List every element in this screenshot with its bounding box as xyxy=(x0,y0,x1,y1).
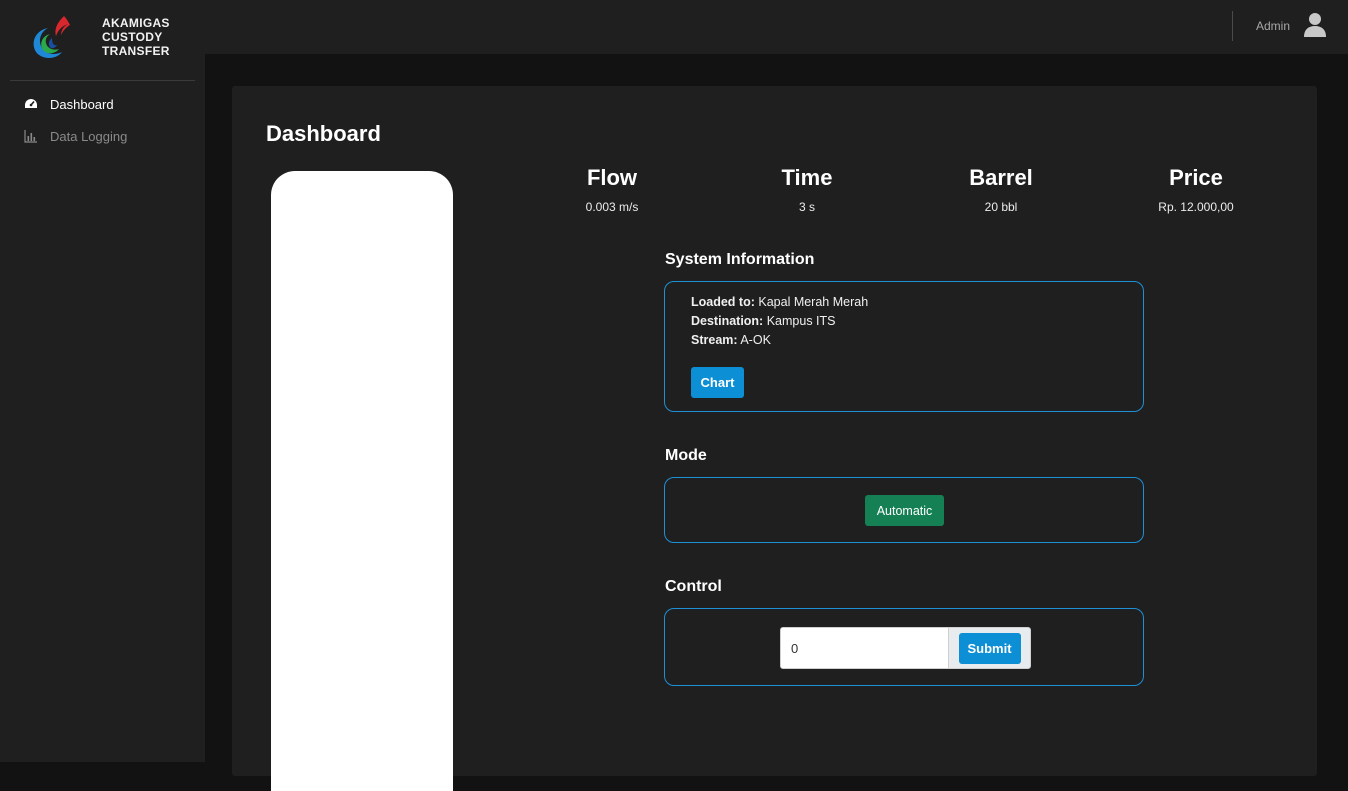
stat-value: 0.003 m/s xyxy=(585,200,639,214)
tank-level-display xyxy=(271,171,453,791)
control-title: Control xyxy=(665,578,722,595)
stat-value: Rp. 12.000,00 xyxy=(1158,200,1234,214)
brand-line: CUSTODY xyxy=(102,30,163,44)
bar-chart-icon xyxy=(24,130,37,143)
loaded-to-value: Kapal Merah Merah xyxy=(758,295,869,309)
sidebar-item-label: Data Logging xyxy=(50,128,128,144)
user-avatar-icon[interactable] xyxy=(1303,12,1327,38)
brand-line: AKAMIGAS xyxy=(102,16,170,30)
control-input-group: Submit xyxy=(780,627,1031,669)
chart-button[interactable]: Chart xyxy=(691,367,744,398)
sidebar-item-label: Dashboard xyxy=(50,96,114,112)
stat-label: Flow xyxy=(586,165,638,190)
stat-label: Barrel xyxy=(969,165,1033,190)
akamigas-logo-icon xyxy=(33,16,70,58)
system-information-title: System Information xyxy=(665,251,815,268)
destination-line: Destination: Kampus ITS xyxy=(691,312,868,331)
stat-label: Time xyxy=(781,165,833,190)
brand-title: AKAMIGAS CUSTODY TRANSFER xyxy=(102,16,170,58)
destination-label: Destination: xyxy=(691,314,764,328)
topbar-divider xyxy=(1232,11,1233,41)
control-panel: Submit xyxy=(664,608,1144,686)
brand-line: TRANSFER xyxy=(102,44,170,58)
stat-time: Time 3 s xyxy=(707,164,907,214)
sidebar: AKAMIGAS CUSTODY TRANSFER Dashboard Data… xyxy=(0,0,205,762)
stat-value: 3 s xyxy=(798,200,815,214)
automatic-mode-button[interactable]: Automatic xyxy=(865,495,944,526)
control-value-input[interactable] xyxy=(781,628,948,668)
stream-label: Stream: xyxy=(691,333,738,347)
sidebar-divider xyxy=(10,80,195,81)
stream-value: A-OK xyxy=(740,333,771,347)
stat-price: Price Rp. 12.000,00 xyxy=(1096,164,1296,214)
user-name[interactable]: Admin xyxy=(1256,19,1290,33)
topbar: Admin xyxy=(205,0,1348,54)
tachometer-icon xyxy=(25,99,37,108)
page-title: Dashboard xyxy=(266,121,381,146)
stat-label: Price xyxy=(1169,165,1223,190)
sidebar-item-dashboard[interactable]: Dashboard xyxy=(24,94,114,114)
stat-value: 20 bbl xyxy=(984,200,1018,214)
destination-value: Kampus ITS xyxy=(766,314,836,328)
stat-flow: Flow 0.003 m/s xyxy=(512,164,712,214)
stream-line: Stream: A-OK xyxy=(691,331,868,350)
sidebar-item-data-logging[interactable]: Data Logging xyxy=(24,126,127,146)
mode-title: Mode xyxy=(665,447,707,464)
loaded-to-line: Loaded to: Kapal Merah Merah xyxy=(691,293,868,312)
brand[interactable]: AKAMIGAS CUSTODY TRANSFER xyxy=(0,0,205,80)
mode-panel: Automatic xyxy=(664,477,1144,543)
loaded-to-label: Loaded to: xyxy=(691,295,755,309)
submit-button[interactable]: Submit xyxy=(958,632,1021,664)
submit-addon: Submit xyxy=(948,628,1030,668)
system-information-panel: Loaded to: Kapal Merah Merah Destination… xyxy=(664,281,1144,412)
stat-barrel: Barrel 20 bbl xyxy=(901,164,1101,214)
